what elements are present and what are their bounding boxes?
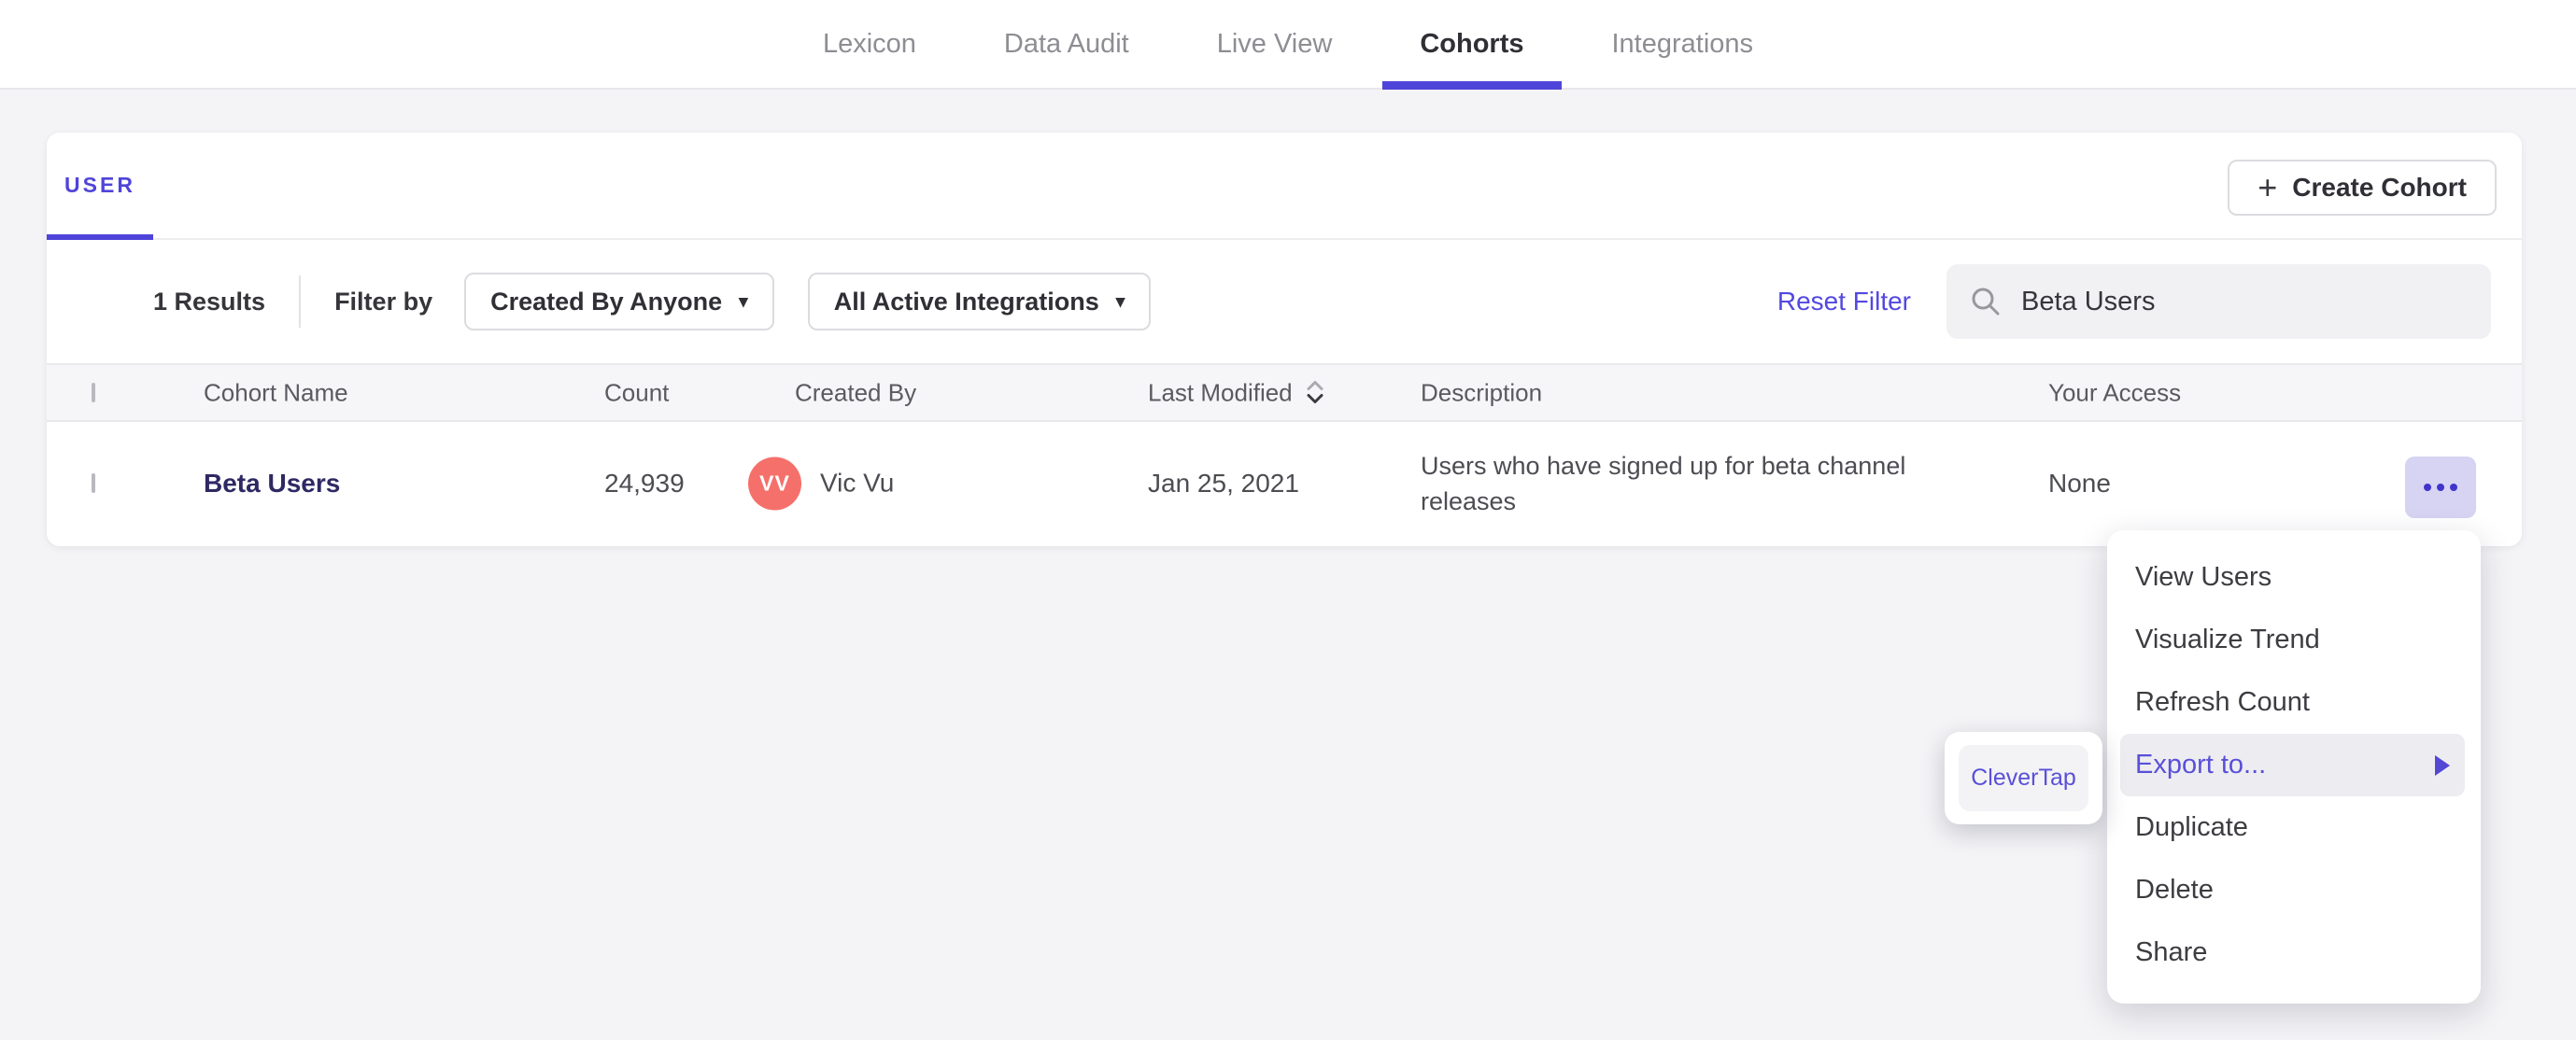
top-nav-bar: Lexicon Data Audit Live View Cohorts Int…: [0, 0, 2576, 90]
filter-by-label: Filter by: [334, 287, 433, 316]
last-modified-cell: Jan 25, 2021: [1148, 468, 1299, 498]
divider: [299, 275, 302, 328]
cohort-count: 24,939: [604, 468, 685, 498]
col-created-by: Created By: [795, 378, 917, 406]
more-icon: [2424, 484, 2431, 491]
reset-filter-link[interactable]: Reset Filter: [1777, 287, 1911, 316]
search-input[interactable]: Beta Users: [1946, 264, 2491, 339]
export-submenu: CleverTap: [1945, 732, 2102, 824]
nav-tab-cohorts[interactable]: Cohorts: [1382, 0, 1562, 90]
tab-user[interactable]: USER: [47, 133, 153, 240]
col-last-modified[interactable]: Last Modified: [1148, 378, 1326, 407]
col-description: Description: [1421, 378, 1543, 406]
menu-item-share[interactable]: Share: [2107, 921, 2481, 984]
creator-name: Vic Vu: [820, 468, 895, 498]
caret-down-icon: ▾: [739, 291, 748, 312]
results-count: 1 Results: [153, 287, 266, 316]
row-checkbox[interactable]: [92, 472, 95, 493]
col-count: Count: [604, 378, 670, 406]
search-icon: [1972, 288, 2000, 316]
create-cohort-label: Create Cohort: [2292, 173, 2467, 202]
nav-tab-lexicon[interactable]: Lexicon: [786, 0, 954, 88]
nav-tab-integrations[interactable]: Integrations: [1575, 0, 1791, 88]
cohorts-page: Lexicon Data Audit Live View Cohorts Int…: [0, 0, 2576, 1040]
create-cohort-button[interactable]: + Create Cohort: [2228, 160, 2497, 216]
row-actions-button[interactable]: [2405, 457, 2476, 518]
tab-user-label: USER: [64, 173, 135, 197]
description-cell: Users who have signed up for beta channe…: [1421, 451, 1906, 515]
created-by-filter-value: Created By Anyone: [490, 287, 723, 316]
caret-down-icon: ▾: [1115, 291, 1125, 312]
more-icon: [2437, 484, 2444, 491]
table-header: Cohort Name Count Created By Last Modifi…: [47, 363, 2522, 422]
nav-tab-data-audit[interactable]: Data Audit: [967, 0, 1167, 88]
cohort-type-tabstrip: USER + Create Cohort: [47, 133, 2522, 240]
created-by-cell: VV Vic Vu: [748, 457, 894, 510]
row-actions-menu: View Users Visualize Trend Refresh Count…: [2107, 530, 2481, 1004]
integrations-filter-value: All Active Integrations: [833, 287, 1099, 316]
cohorts-card: USER + Create Cohort 1 Results Filter by…: [47, 133, 2522, 546]
sort-icon: [1307, 381, 1323, 403]
submenu-item-clevertap[interactable]: CleverTap: [1959, 745, 2088, 811]
avatar: VV: [748, 457, 801, 510]
submenu-arrow-icon: [2435, 754, 2450, 776]
created-by-filter-dropdown[interactable]: Created By Anyone ▾: [464, 273, 774, 330]
col-cohort-name: Cohort Name: [204, 378, 348, 406]
menu-item-delete[interactable]: Delete: [2107, 859, 2481, 921]
filter-bar: 1 Results Filter by Created By Anyone ▾ …: [47, 240, 2522, 363]
menu-item-export-to[interactable]: Export to...: [2120, 734, 2465, 796]
select-all-checkbox[interactable]: [92, 382, 95, 402]
table-row: Beta Users 24,939 VV Vic Vu Jan 25, 2021…: [47, 422, 2522, 544]
top-nav: Lexicon Data Audit Live View Cohorts Int…: [786, 0, 1791, 90]
menu-item-view-users[interactable]: View Users: [2107, 546, 2481, 609]
cohort-name-link[interactable]: Beta Users: [204, 469, 340, 499]
access-cell: None: [2048, 468, 2111, 498]
search-value: Beta Users: [2021, 286, 2156, 316]
menu-item-visualize-trend[interactable]: Visualize Trend: [2107, 609, 2481, 671]
col-your-access: Your Access: [2048, 378, 2182, 406]
menu-item-refresh-count[interactable]: Refresh Count: [2107, 671, 2481, 734]
integrations-filter-dropdown[interactable]: All Active Integrations ▾: [807, 273, 1152, 330]
menu-item-duplicate[interactable]: Duplicate: [2107, 796, 2481, 859]
nav-tab-live-view[interactable]: Live View: [1180, 0, 1370, 88]
more-icon: [2450, 484, 2457, 491]
plus-icon: +: [2258, 168, 2278, 206]
